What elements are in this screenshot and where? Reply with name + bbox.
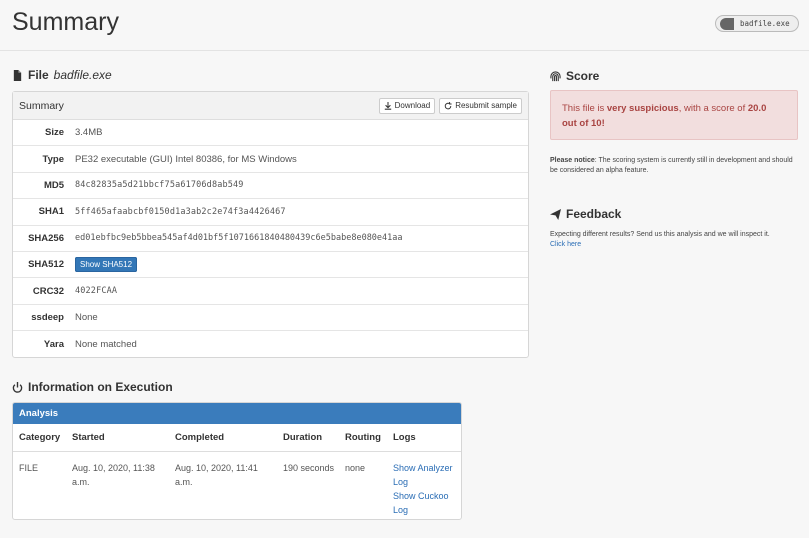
power-icon [12, 381, 23, 393]
row-value: ed01ebfbc9eb5bbea545af4d01bf5f1071661840… [75, 233, 403, 244]
cell-category: FILE [19, 462, 39, 473]
feedback-heading-label: Feedback [566, 207, 622, 221]
analysis-panel-header: Analysis [13, 403, 461, 424]
cell-logs: Show Analyzer Log Show Cuckoo Log [387, 451, 461, 517]
file-badge-label: badfile.exe [740, 19, 790, 28]
summary-row-sha1: SHA1 5ff465afaabcbf0150d1a3ab2c2e74f3a44… [13, 199, 528, 226]
show-sha512-button[interactable]: Show SHA512 [75, 257, 138, 273]
row-key: Size [44, 127, 64, 139]
download-button[interactable]: Download [378, 97, 436, 114]
summary-panel-header: Summary Download Resubmit sample [13, 92, 528, 120]
analysis-panel: Analysis Category Started Completed Dura… [12, 402, 462, 520]
cell-duration: 190 seconds [283, 462, 335, 473]
feedback-text: Expecting different results? Send us thi… [550, 230, 802, 250]
col-category: Category [13, 424, 66, 452]
summary-panel: Summary Download Resubmit sample Size 3.… [12, 91, 529, 358]
summary-row-ssdeep: ssdeep None [13, 305, 528, 332]
summary-row-type: Type PE32 executable (GUI) Intel 80386, … [13, 146, 528, 173]
file-icon [13, 69, 22, 81]
row-key: SHA512 [28, 259, 64, 271]
refresh-icon [444, 101, 452, 109]
score-alert: This file is very suspicious, with a sco… [550, 90, 798, 140]
row-key: Type [42, 153, 64, 165]
resubmit-label: Resubmit sample [455, 101, 517, 110]
analysis-table: Category Started Completed Duration Rout… [13, 424, 461, 517]
feedback-heading: Feedback [550, 207, 621, 221]
row-value: None matched [75, 338, 137, 350]
execution-heading-label: Information on Execution [28, 380, 173, 394]
table-row: FILE Aug. 10, 2020, 11:38 a.m. Aug. 10, … [13, 451, 461, 517]
col-logs: Logs [387, 424, 461, 452]
row-value: 4022FCAA [75, 286, 118, 297]
score-heading: Score [550, 69, 599, 83]
scoring-notice: Please notice: The scoring system is cur… [550, 156, 800, 176]
score-value: 20.0 [747, 103, 767, 114]
row-key: CRC32 [32, 285, 64, 297]
file-heading-prefix: File [28, 68, 49, 82]
row-key: MD5 [43, 179, 64, 191]
row-value: 3.4MB [75, 127, 103, 139]
header-divider [0, 50, 809, 51]
score-msg-verdict: very suspicious [606, 103, 679, 114]
score-msg-mid: , with a score of [678, 103, 748, 114]
download-icon [384, 101, 391, 110]
execution-heading: Information on Execution [12, 380, 173, 394]
summary-row-crc32: CRC32 4022FCAA [13, 278, 528, 305]
file-badge[interactable]: badfile.exe [715, 15, 799, 32]
feedback-link[interactable]: Click here [550, 240, 802, 250]
row-key: SHA1 [38, 206, 64, 218]
cell-started: Aug. 10, 2020, 11:38 a.m. [72, 462, 155, 487]
file-heading-filename: badfile.exe [53, 68, 112, 82]
analyzer-log-link[interactable]: Show Analyzer Log [393, 461, 461, 489]
score-heading-label: Score [566, 69, 600, 83]
summary-row-size: Size 3.4MB [13, 120, 528, 147]
row-value: 5ff465afaabcbf0150d1a3ab2c2e74f3a4426467 [75, 206, 286, 217]
summary-row-sha512: SHA512 Show SHA512 [13, 252, 528, 279]
row-value: PE32 executable (GUI) Intel 80386, for M… [75, 153, 297, 165]
file-heading: File badfile.exe [12, 68, 112, 82]
feedback-message: Expecting different results? Send us thi… [550, 231, 770, 238]
summary-row-md5: MD5 84c82835a5d21bbcf75a61706d8ab549 [13, 173, 528, 200]
page-title: Summary [12, 8, 119, 36]
row-key: SHA256 [28, 232, 64, 244]
score-msg-prefix: This file is [562, 103, 607, 114]
row-key: ssdeep [31, 311, 64, 323]
cell-routing: none [345, 462, 366, 473]
col-routing: Routing [339, 424, 387, 452]
col-duration: Duration [277, 424, 339, 452]
col-started: Started [66, 424, 169, 452]
cell-completed: Aug. 10, 2020, 11:41 a.m. [175, 462, 258, 487]
cuckoo-log-link[interactable]: Show Cuckoo Log [393, 489, 461, 517]
notice-label: Please notice [550, 157, 595, 164]
row-value: None [75, 311, 98, 323]
toggle-icon [720, 17, 734, 30]
row-key: Yara [43, 338, 64, 350]
summary-row-sha256: SHA256 ed01ebfbc9eb5bbea545af4d01bf5f107… [13, 226, 528, 252]
resubmit-button[interactable]: Resubmit sample [439, 97, 522, 114]
row-value: 84c82835a5d21bbcf75a61706d8ab549 [75, 180, 244, 191]
score-msg-suffix: out of 10! [562, 118, 605, 129]
summary-row-yara: Yara None matched [13, 331, 528, 357]
download-label: Download [394, 101, 431, 110]
summary-panel-title: Summary [19, 99, 64, 112]
col-completed: Completed [169, 424, 277, 452]
fingerprint-icon [550, 70, 561, 81]
send-icon [550, 208, 561, 220]
